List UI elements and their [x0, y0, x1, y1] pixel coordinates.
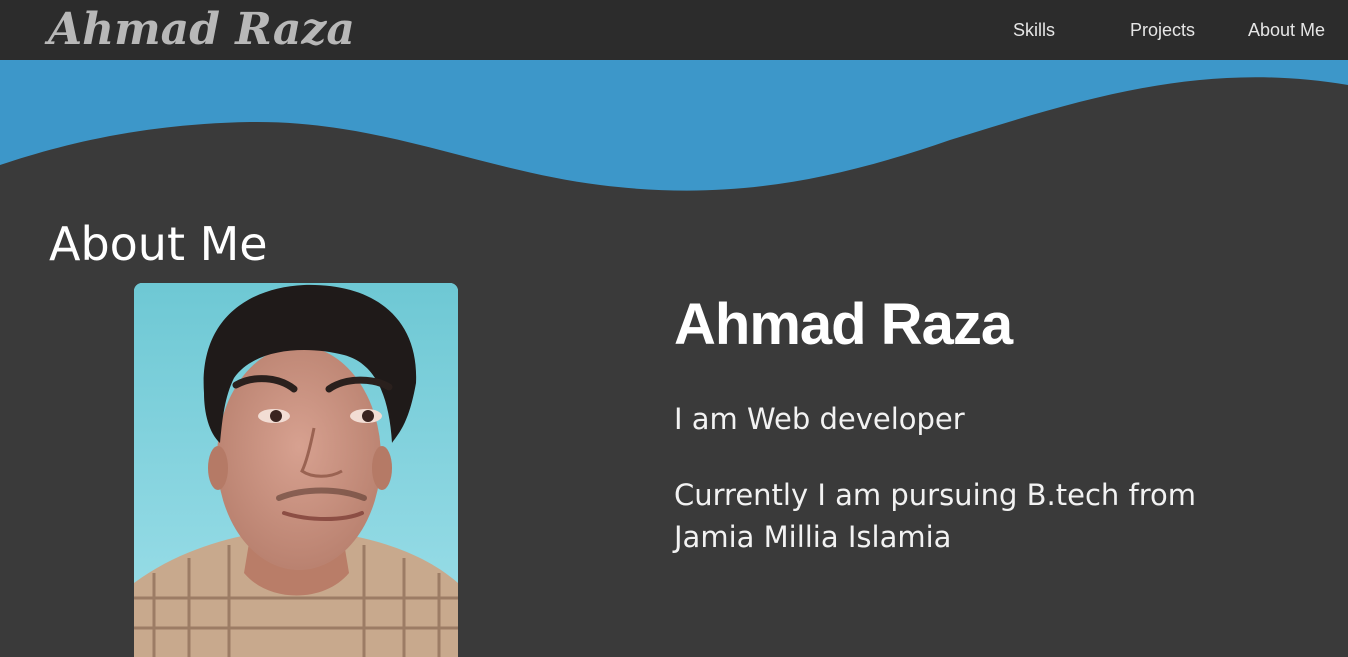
nav-link-skills[interactable]: Skills [1013, 19, 1055, 41]
profile-role: I am Web developer [674, 402, 965, 436]
profile-photo [134, 283, 458, 657]
navbar: Ahmad Raza Skills Projects About Me [0, 0, 1348, 60]
nav-link-about-me[interactable]: About Me [1248, 19, 1325, 41]
profile-name: Ahmad Raza [674, 292, 1013, 357]
brand-logo[interactable]: Ahmad Raza [48, 2, 355, 58]
header-wave [0, 60, 1348, 200]
profile-education: Currently I am pursuing B.tech from Jami… [674, 478, 1196, 554]
nav-link-projects[interactable]: Projects [1130, 19, 1195, 41]
section-title: About Me [49, 217, 268, 271]
